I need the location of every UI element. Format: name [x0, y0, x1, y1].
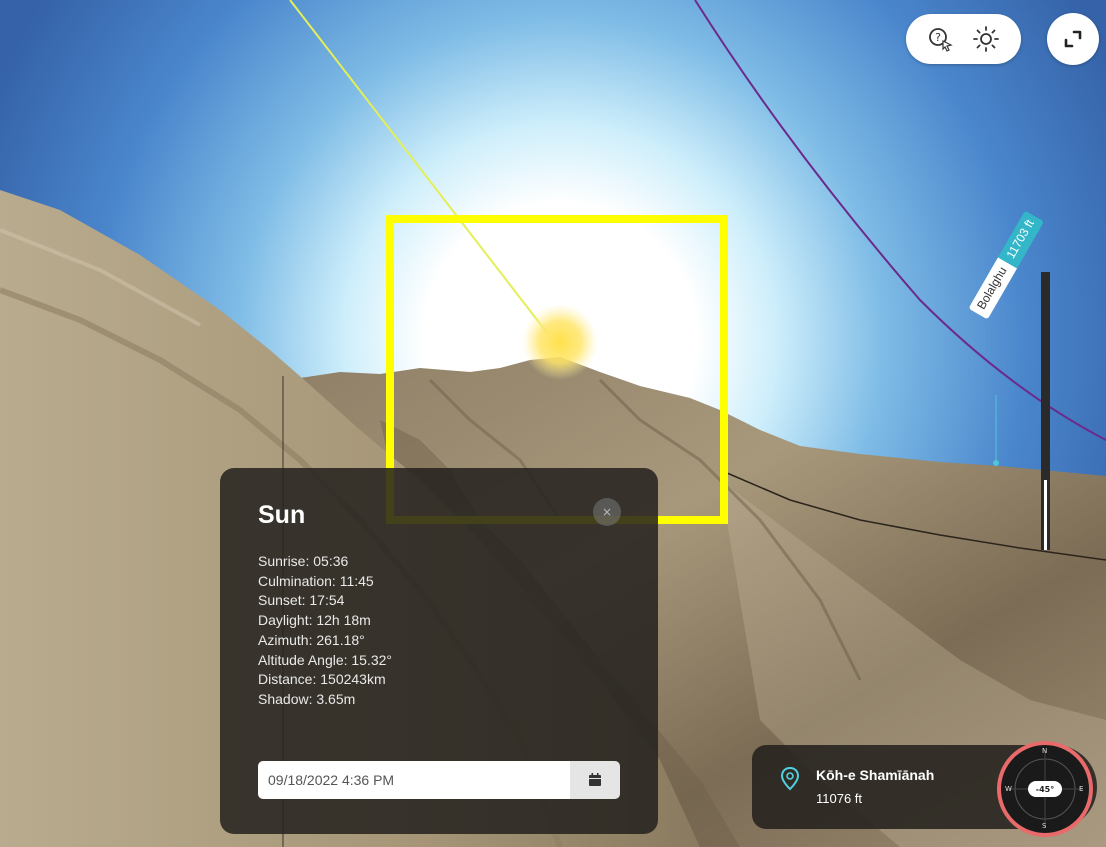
compass-west: W: [1005, 785, 1012, 793]
calendar-icon: [589, 773, 601, 786]
sun-info-panel: Sun × Sunrise: 05:36 Culmination: 11:45 …: [220, 468, 658, 834]
daylight-text: Daylight: 12h 18m: [258, 612, 371, 629]
location-name: Kōh-e Shamīānah: [816, 767, 935, 783]
location-altitude: 11076 ft: [816, 791, 863, 806]
azimuth-text: Azimuth: 261.18°: [258, 631, 365, 648]
map-tools-toolbar: ?: [906, 14, 1021, 64]
help-cursor-icon[interactable]: ?: [916, 14, 964, 64]
compass-south: S: [1042, 822, 1047, 830]
datetime-input[interactable]: [258, 761, 570, 799]
distance-text: Distance: 150243km: [258, 671, 386, 688]
compass-heading: -45°: [1028, 781, 1062, 797]
svg-text:?: ?: [935, 31, 941, 44]
sun-info-list: Sunrise: 05:36 Culmination: 11:45 Sunset…: [258, 552, 392, 710]
fullscreen-icon: [1064, 30, 1082, 48]
datetime-picker: [258, 761, 620, 799]
sunrise-text: Sunrise: 05:36: [258, 553, 349, 569]
compass-east: E: [1079, 785, 1084, 793]
compass[interactable]: N E S W -45°: [997, 741, 1093, 837]
sun-brightness-icon[interactable]: [962, 14, 1010, 64]
close-button[interactable]: ×: [593, 498, 621, 526]
shadow-text: Shadow: 3.65m: [258, 690, 356, 707]
culmination-text: Culmination: 11:45: [258, 572, 374, 589]
compass-north: N: [1042, 747, 1048, 755]
sun-panel-title: Sun: [258, 501, 306, 529]
sunset-text: Sunset: 17:54: [258, 592, 345, 609]
calendar-button[interactable]: [570, 761, 620, 799]
fullscreen-button[interactable]: [1047, 13, 1099, 65]
map-pin-icon: [780, 766, 800, 791]
altitude-angle-text: Altitude Angle: 15.32°: [258, 651, 393, 668]
